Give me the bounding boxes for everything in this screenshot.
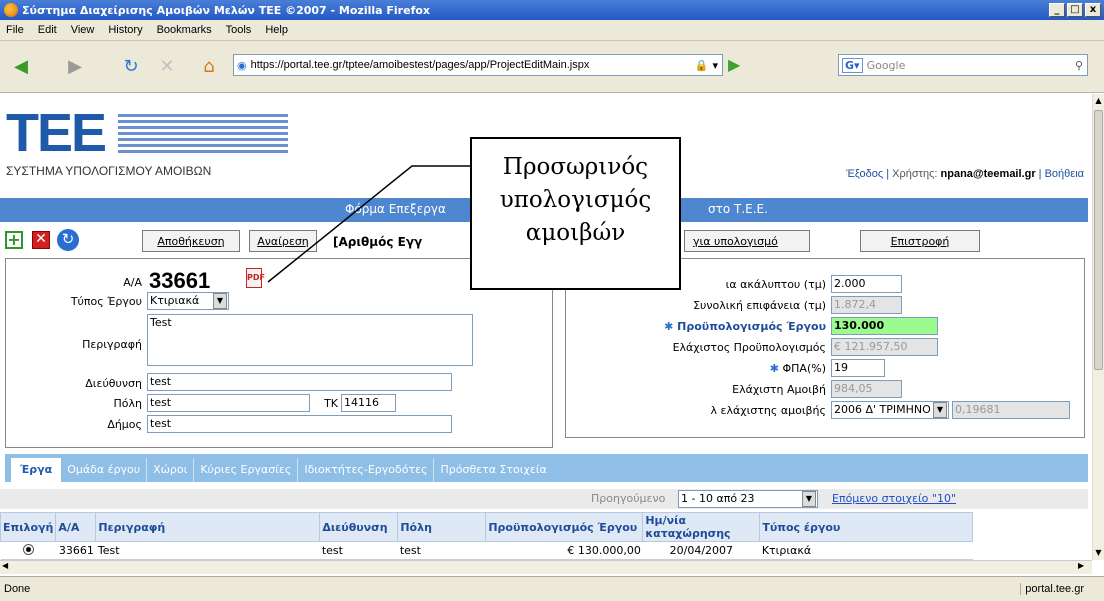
scroll-thumb[interactable] — [1094, 110, 1103, 370]
callout-line-3: αμοιβών — [525, 220, 626, 246]
scroll-left-icon[interactable]: ◀ — [2, 561, 8, 570]
callout-pointer — [267, 165, 470, 283]
vertical-scrollbar[interactable]: ▲ ▼ — [1092, 94, 1104, 560]
status-bar: Done portal.tee.gr — [0, 576, 1104, 601]
callout-line-2: υπολογισμός — [499, 187, 652, 213]
callout-line-1: Προσωρινός — [502, 154, 649, 180]
status-domain: portal.tee.gr — [1020, 583, 1084, 595]
scroll-right-icon[interactable]: ▶ — [1078, 561, 1084, 570]
scroll-down-icon[interactable]: ▼ — [1093, 546, 1104, 560]
status-text: Done — [4, 583, 31, 595]
scroll-up-icon[interactable]: ▲ — [1093, 94, 1104, 108]
callout-box: Προσωρινός υπολογισμός αμοιβών — [470, 137, 681, 290]
horizontal-scrollbar[interactable]: ◀ ▶ — [0, 560, 1092, 574]
